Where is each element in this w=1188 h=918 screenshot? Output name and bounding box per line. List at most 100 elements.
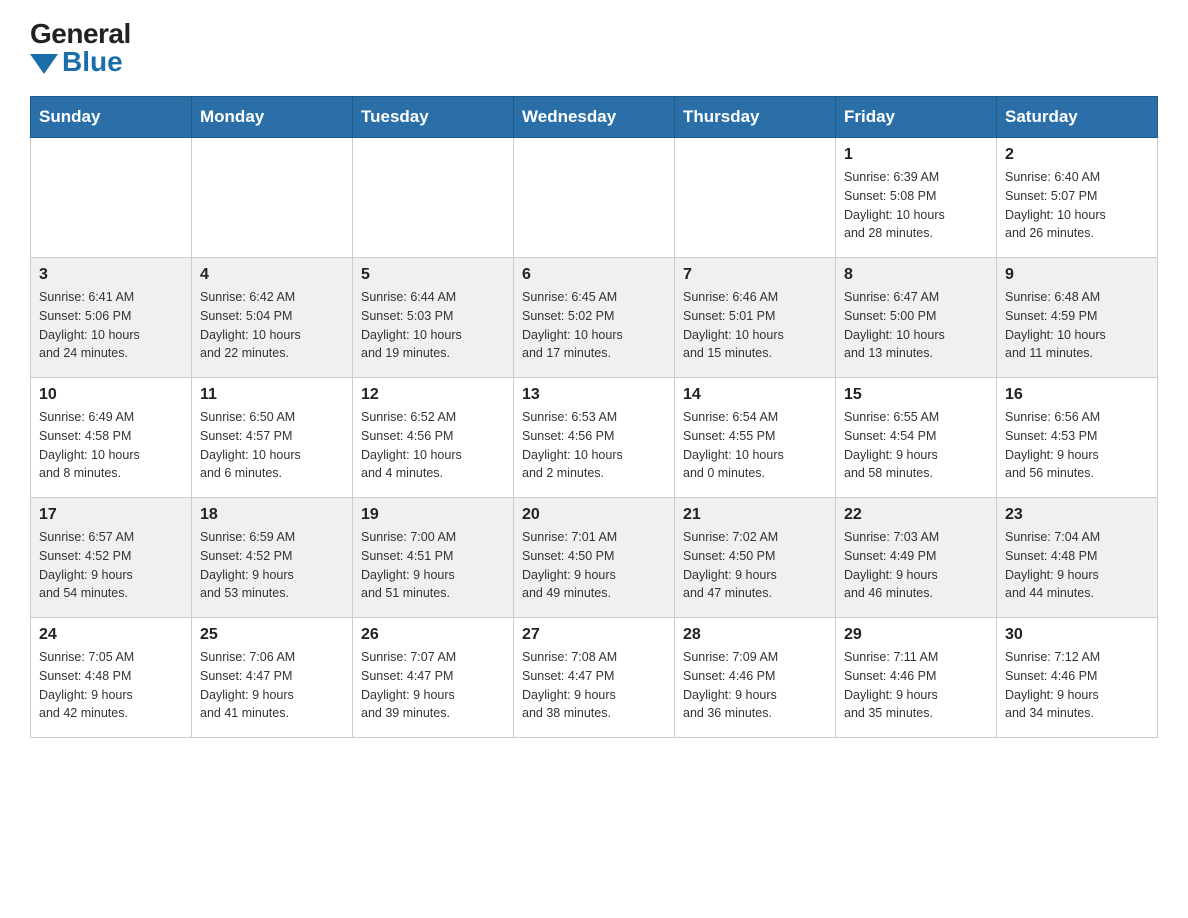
calendar-cell: 19Sunrise: 7:00 AMSunset: 4:51 PMDayligh…: [353, 498, 514, 618]
day-info: Sunrise: 6:50 AMSunset: 4:57 PMDaylight:…: [200, 408, 344, 483]
calendar-cell: 2 Sunrise: 6:40 AMSunset: 5:07 PMDaylight…: [997, 138, 1158, 258]
day-number: 20: [522, 506, 666, 524]
calendar-cell: 29 Sunrise: 7:11 AMSunset: 4:46 PMDayligh…: [836, 618, 997, 738]
day-number: 2: [1005, 146, 1149, 164]
day-info: Sunrise: 6:48 AMSunset: 4:59 PMDaylight:…: [1005, 288, 1149, 363]
calendar-cell: 30Sunrise: 7:12 AMSunset: 4:46 PMDayligh…: [997, 618, 1158, 738]
day-number: 25: [200, 626, 344, 644]
day-number: 14: [683, 386, 827, 404]
logo: General Blue: [30, 20, 131, 76]
day-info: Sunrise: 7:03 AMSunset: 4:49 PMDaylight:…: [844, 528, 988, 603]
calendar-cell: 13Sunrise: 6:53 AMSunset: 4:56 PMDayligh…: [514, 378, 675, 498]
calendar-cell: [31, 138, 192, 258]
day-number: 18: [200, 506, 344, 524]
day-info: Sunrise: 7:05 AMSunset: 4:48 PMDaylight:…: [39, 648, 183, 723]
day-number: 26: [361, 626, 505, 644]
weekday-header-friday: Friday: [836, 97, 997, 138]
day-number: 10: [39, 386, 183, 404]
day-info: Sunrise: 7:01 AMSunset: 4:50 PMDaylight:…: [522, 528, 666, 603]
day-number: 27: [522, 626, 666, 644]
day-number: 12: [361, 386, 505, 404]
weekday-header-sunday: Sunday: [31, 97, 192, 138]
day-number: 13: [522, 386, 666, 404]
day-number: 17: [39, 506, 183, 524]
calendar-cell: 14 Sunrise: 6:54 AMSunset: 4:55 PMDayligh…: [675, 378, 836, 498]
day-number: 29: [844, 626, 988, 644]
calendar-cell: 18 Sunrise: 6:59 AMSunset: 4:52 PMDayligh…: [192, 498, 353, 618]
day-info: Sunrise: 6:57 AMSunset: 4:52 PMDaylight:…: [39, 528, 183, 603]
weekday-header-saturday: Saturday: [997, 97, 1158, 138]
day-info: Sunrise: 6:39 AMSunset: 5:08 PMDaylight:…: [844, 168, 988, 243]
day-number: 7: [683, 266, 827, 284]
calendar-cell: 4 Sunrise: 6:42 AMSunset: 5:04 PMDaylight…: [192, 258, 353, 378]
day-number: 23: [1005, 506, 1149, 524]
day-info: Sunrise: 7:04 AMSunset: 4:48 PMDaylight:…: [1005, 528, 1149, 603]
calendar-cell: 26Sunrise: 7:07 AMSunset: 4:47 PMDayligh…: [353, 618, 514, 738]
day-info: Sunrise: 6:52 AMSunset: 4:56 PMDaylight:…: [361, 408, 505, 483]
day-number: 15: [844, 386, 988, 404]
logo-general-text: General: [30, 20, 131, 48]
calendar-cell: 9 Sunrise: 6:48 AMSunset: 4:59 PMDaylight…: [997, 258, 1158, 378]
calendar-cell: 17 Sunrise: 6:57 AMSunset: 4:52 PMDayligh…: [31, 498, 192, 618]
calendar-cell: [192, 138, 353, 258]
calendar-week-row: 3 Sunrise: 6:41 AMSunset: 5:06 PMDaylight…: [31, 258, 1158, 378]
day-number: 19: [361, 506, 505, 524]
calendar-cell: 6 Sunrise: 6:45 AMSunset: 5:02 PMDaylight…: [514, 258, 675, 378]
day-info: Sunrise: 6:44 AMSunset: 5:03 PMDaylight:…: [361, 288, 505, 363]
calendar-week-row: 10 Sunrise: 6:49 AMSunset: 4:58 PMDayligh…: [31, 378, 1158, 498]
day-number: 5: [361, 266, 505, 284]
day-info: Sunrise: 7:11 AMSunset: 4:46 PMDaylight:…: [844, 648, 988, 723]
calendar-cell: 15 Sunrise: 6:55 AMSunset: 4:54 PMDayligh…: [836, 378, 997, 498]
weekday-header-thursday: Thursday: [675, 97, 836, 138]
page-header: General Blue: [30, 20, 1158, 76]
calendar-cell: 24 Sunrise: 7:05 AMSunset: 4:48 PMDayligh…: [31, 618, 192, 738]
day-info: Sunrise: 6:42 AMSunset: 5:04 PMDaylight:…: [200, 288, 344, 363]
day-info: Sunrise: 6:59 AMSunset: 4:52 PMDaylight:…: [200, 528, 344, 603]
day-info: Sunrise: 6:45 AMSunset: 5:02 PMDaylight:…: [522, 288, 666, 363]
day-info: Sunrise: 7:02 AMSunset: 4:50 PMDaylight:…: [683, 528, 827, 603]
calendar-cell: 11Sunrise: 6:50 AMSunset: 4:57 PMDayligh…: [192, 378, 353, 498]
day-number: 6: [522, 266, 666, 284]
calendar-cell: 5 Sunrise: 6:44 AMSunset: 5:03 PMDaylight…: [353, 258, 514, 378]
day-info: Sunrise: 6:49 AMSunset: 4:58 PMDaylight:…: [39, 408, 183, 483]
weekday-header-tuesday: Tuesday: [353, 97, 514, 138]
calendar-cell: 23 Sunrise: 7:04 AMSunset: 4:48 PMDayligh…: [997, 498, 1158, 618]
calendar-cell: 21 Sunrise: 7:02 AMSunset: 4:50 PMDayligh…: [675, 498, 836, 618]
calendar-cell: 28Sunrise: 7:09 AMSunset: 4:46 PMDayligh…: [675, 618, 836, 738]
calendar-cell: [514, 138, 675, 258]
day-number: 16: [1005, 386, 1149, 404]
day-info: Sunrise: 7:06 AMSunset: 4:47 PMDaylight:…: [200, 648, 344, 723]
day-info: Sunrise: 6:40 AMSunset: 5:07 PMDaylight:…: [1005, 168, 1149, 243]
day-number: 24: [39, 626, 183, 644]
weekday-header-monday: Monday: [192, 97, 353, 138]
calendar-cell: 7 Sunrise: 6:46 AMSunset: 5:01 PMDaylight…: [675, 258, 836, 378]
calendar-cell: 25 Sunrise: 7:06 AMSunset: 4:47 PMDayligh…: [192, 618, 353, 738]
logo-blue-text: Blue: [62, 48, 123, 76]
day-number: 30: [1005, 626, 1149, 644]
calendar-cell: 3 Sunrise: 6:41 AMSunset: 5:06 PMDaylight…: [31, 258, 192, 378]
day-number: 9: [1005, 266, 1149, 284]
day-number: 21: [683, 506, 827, 524]
calendar-cell: 27 Sunrise: 7:08 AMSunset: 4:47 PMDayligh…: [514, 618, 675, 738]
day-info: Sunrise: 6:55 AMSunset: 4:54 PMDaylight:…: [844, 408, 988, 483]
calendar-cell: [353, 138, 514, 258]
calendar-cell: 22 Sunrise: 7:03 AMSunset: 4:49 PMDayligh…: [836, 498, 997, 618]
day-info: Sunrise: 6:46 AMSunset: 5:01 PMDaylight:…: [683, 288, 827, 363]
day-info: Sunrise: 6:56 AMSunset: 4:53 PMDaylight:…: [1005, 408, 1149, 483]
logo-triangle-icon: [30, 54, 58, 74]
day-number: 22: [844, 506, 988, 524]
calendar-week-row: 17 Sunrise: 6:57 AMSunset: 4:52 PMDayligh…: [31, 498, 1158, 618]
day-info: Sunrise: 7:09 AMSunset: 4:46 PMDaylight:…: [683, 648, 827, 723]
day-info: Sunrise: 6:41 AMSunset: 5:06 PMDaylight:…: [39, 288, 183, 363]
day-number: 8: [844, 266, 988, 284]
calendar-cell: 12 Sunrise: 6:52 AMSunset: 4:56 PMDayligh…: [353, 378, 514, 498]
weekday-header-row: SundayMondayTuesdayWednesdayThursdayFrid…: [31, 97, 1158, 138]
day-number: 4: [200, 266, 344, 284]
day-info: Sunrise: 6:54 AMSunset: 4:55 PMDaylight:…: [683, 408, 827, 483]
calendar-cell: 8 Sunrise: 6:47 AMSunset: 5:00 PMDaylight…: [836, 258, 997, 378]
day-info: Sunrise: 6:47 AMSunset: 5:00 PMDaylight:…: [844, 288, 988, 363]
day-info: Sunrise: 7:08 AMSunset: 4:47 PMDaylight:…: [522, 648, 666, 723]
calendar-cell: 1Sunrise: 6:39 AMSunset: 5:08 PMDaylight…: [836, 138, 997, 258]
calendar-cell: [675, 138, 836, 258]
day-number: 3: [39, 266, 183, 284]
